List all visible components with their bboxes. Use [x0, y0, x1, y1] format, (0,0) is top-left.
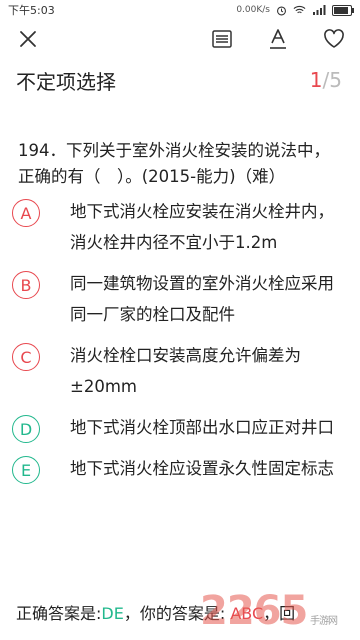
option-text: 地下式消火栓应安装在消火栓井内，消火栓井内径不宜小于1.2m [70, 202, 334, 252]
question-list-button[interactable] [208, 25, 236, 53]
close-icon [20, 31, 36, 47]
question-counter: 1/5 [310, 68, 342, 92]
option-text: 消火栓栓口安装高度允许偏差为±20mm [70, 346, 301, 396]
title-row: 不定项选择 1/5 [0, 56, 360, 98]
question-text: 194．下列关于室外消火栓安装的说法中，正确的有（ ）。(2015-能力)（难） [18, 141, 330, 186]
option-e[interactable]: E 地下式消火栓应设置永久性固定标志 [0, 453, 360, 484]
status-time: 下午5:03 [8, 4, 55, 17]
status-bar: 下午5:03 0.00K/s [0, 0, 360, 20]
option-letter: C [12, 343, 40, 371]
option-a[interactable]: A 地下式消火栓应安装在消火栓井内，消火栓井内径不宜小于1.2m [0, 196, 360, 258]
toolbar [0, 22, 360, 56]
current-question-number: 1 [309, 68, 323, 92]
status-icons: 0.00K/s [236, 4, 354, 16]
watermark-sub: 手游网 [310, 616, 338, 627]
watermark-brand: 2265 [200, 588, 308, 634]
option-letter: B [12, 271, 40, 299]
network-speed: 0.00K/s [236, 5, 270, 15]
total-questions: /5 [322, 68, 342, 92]
option-d[interactable]: D 地下式消火栓顶部出水口应正对井口 [0, 412, 360, 443]
option-letter: D [12, 415, 40, 443]
battery-icon [332, 4, 354, 16]
correct-answer-value: DE [101, 604, 124, 623]
correct-answer-label: 正确答案是: [16, 604, 102, 623]
list-icon [212, 30, 232, 48]
signal-icon [313, 5, 326, 15]
heart-icon [324, 29, 344, 48]
watermark-logo: 2265 手游网 [200, 588, 338, 634]
favorite-button[interactable] [320, 25, 348, 53]
option-text: 地下式消火栓顶部出水口应正对井口 [70, 418, 334, 437]
font-size-icon [270, 29, 286, 49]
option-b[interactable]: B 同一建筑物设置的室外消火栓应采用同一厂家的栓口及配件 [0, 268, 360, 330]
close-button[interactable] [14, 25, 42, 53]
option-text: 地下式消火栓应设置永久性固定标志 [70, 459, 334, 478]
wifi-icon [293, 5, 306, 14]
option-text: 同一建筑物设置的室外消火栓应采用同一厂家的栓口及配件 [70, 274, 334, 324]
font-size-button[interactable] [264, 25, 292, 53]
option-letter: A [12, 199, 40, 227]
option-c[interactable]: C 消火栓栓口安装高度允许偏差为±20mm [0, 340, 360, 402]
toolbar-actions [208, 25, 348, 53]
alarm-icon [277, 5, 286, 15]
page-title: 不定项选择 [16, 69, 116, 94]
options-list: A 地下式消火栓应安装在消火栓井内，消火栓井内径不宜小于1.2m B 同一建筑物… [0, 196, 360, 484]
option-letter: E [12, 456, 40, 484]
